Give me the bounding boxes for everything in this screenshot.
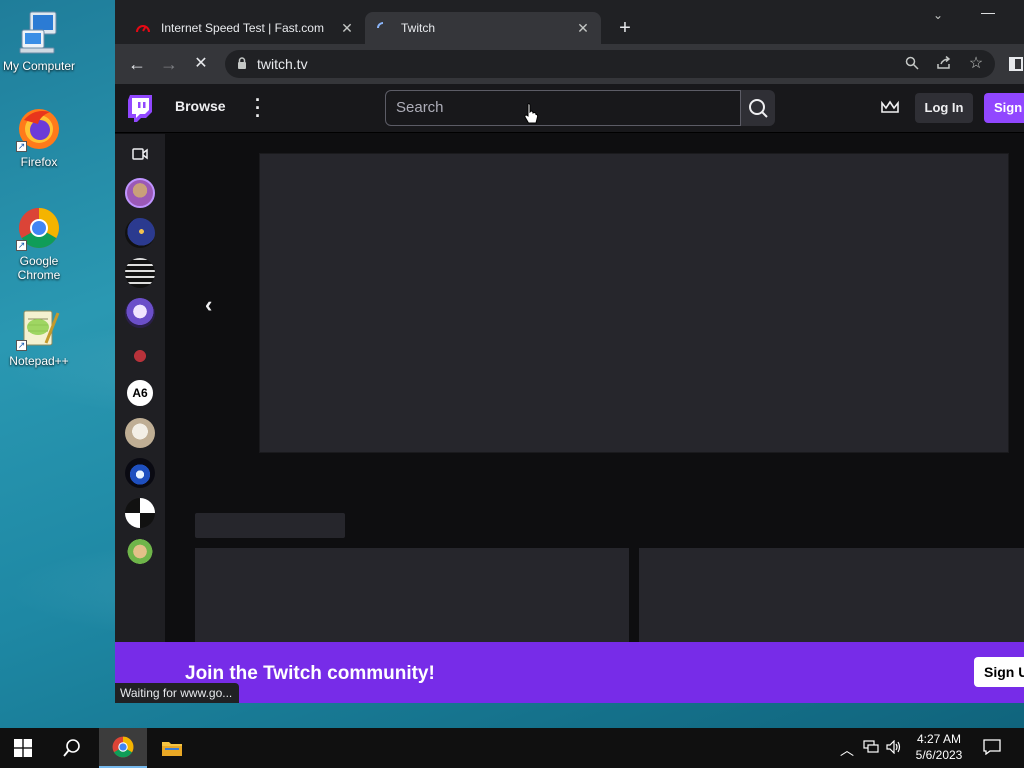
search-input[interactable]: Search (385, 90, 741, 126)
computer-icon (16, 10, 62, 56)
loading-spinner-icon (375, 20, 391, 36)
back-icon[interactable]: ← (125, 52, 149, 76)
new-tab-button[interactable]: + (613, 16, 637, 40)
twitch-logo-icon[interactable] (127, 94, 153, 127)
channel-avatar[interactable] (125, 498, 155, 528)
minimize-icon[interactable]: — (981, 4, 995, 20)
twitch-main-content: ‹ (165, 134, 1024, 703)
carousel-prev-icon[interactable]: ‹ (205, 292, 212, 318)
twitch-top-nav: Browse · · · Search Log In Sign (115, 84, 1024, 133)
signup-button[interactable]: Sign (984, 93, 1024, 123)
tab-title: Twitch (401, 21, 436, 35)
more-options-icon[interactable]: · · · (253, 91, 263, 125)
file-explorer-icon[interactable] (149, 728, 195, 768)
fast-com-icon (135, 20, 151, 36)
shortcut-arrow-icon: ↗ (16, 340, 27, 351)
channel-avatar[interactable] (125, 258, 155, 288)
hand-cursor-icon (524, 103, 539, 130)
browser-toolbar: ← → ✕ twitch.tv ☆ (115, 44, 1024, 84)
recommended-channels-icon[interactable] (132, 147, 148, 165)
login-button[interactable]: Log In (915, 93, 973, 123)
channel-avatar[interactable] (125, 218, 155, 248)
stop-loading-icon[interactable]: ✕ (189, 52, 213, 76)
channel-avatar[interactable]: A6 (125, 378, 155, 408)
featured-stream-placeholder[interactable] (259, 153, 1009, 453)
firefox-icon: ↗ (16, 106, 62, 152)
channel-avatar[interactable] (125, 338, 155, 368)
taskbar-clock[interactable]: 4:27 AM 5/6/2023 (908, 731, 970, 763)
tab-strip: Internet Speed Test | Fast.com ✕ Twitch … (115, 0, 1024, 44)
forward-icon[interactable]: → (157, 52, 181, 76)
shortcut-arrow-icon: ↗ (16, 240, 27, 251)
status-bubble: Waiting for www.go... (115, 683, 239, 703)
start-button[interactable] (0, 728, 46, 768)
share-icon[interactable] (935, 55, 953, 74)
channel-avatar[interactable] (125, 418, 155, 448)
close-icon[interactable]: ✕ (575, 20, 591, 37)
channel-avatar[interactable] (125, 178, 155, 208)
network-icon[interactable] (863, 740, 879, 757)
desktop-icon-label: My Computer (2, 59, 76, 73)
chrome-window: Internet Speed Test | Fast.com ✕ Twitch … (115, 0, 1024, 703)
tab-fast-com[interactable]: Internet Speed Test | Fast.com ✕ (125, 12, 365, 44)
desktop-icon-firefox[interactable]: ↗ Firefox (0, 106, 78, 169)
desktop-icon-chrome[interactable]: ↗ Google Chrome (0, 205, 78, 282)
desktop-icon-notepadpp[interactable]: ↗ Notepad++ (0, 305, 78, 368)
channel-avatar[interactable] (125, 298, 155, 328)
banner-signup-button[interactable]: Sign U (974, 657, 1024, 687)
tab-twitch[interactable]: Twitch ✕ (365, 12, 601, 44)
show-hidden-icons[interactable]: ︿ (840, 740, 854, 760)
search-button[interactable] (741, 90, 775, 126)
join-banner-text: Join the Twitch community! (185, 663, 435, 684)
channel-avatar[interactable] (125, 458, 155, 488)
desktop-icon-label: Notepad++ (9, 354, 69, 368)
notepadpp-icon: ↗ (16, 305, 62, 351)
join-community-banner: Join the Twitch community! Sign U (115, 642, 1024, 703)
notifications-icon[interactable] (983, 739, 1001, 758)
prime-crown-icon[interactable] (881, 100, 899, 119)
clock-date: 5/6/2023 (915, 748, 963, 762)
clock-time: 4:27 AM (916, 732, 962, 746)
taskbar-chrome-button[interactable] (99, 728, 147, 768)
bookmark-star-icon[interactable]: ☆ (967, 56, 985, 74)
desktop-icon-label: Google Chrome (17, 254, 61, 282)
address-bar[interactable]: twitch.tv ☆ (225, 50, 995, 78)
volume-icon[interactable] (886, 739, 902, 757)
search-icon[interactable] (903, 56, 921, 74)
browse-link[interactable]: Browse (175, 98, 226, 114)
section-title-placeholder (195, 513, 345, 538)
twitch-side-nav: A6 (115, 134, 165, 703)
tab-title: Internet Speed Test | Fast.com (161, 21, 324, 35)
chrome-icon: ↗ (16, 205, 62, 251)
desktop-icon-my-computer[interactable]: My Computer (0, 10, 78, 73)
url-text: twitch.tv (257, 56, 308, 72)
side-panel-icon[interactable] (1009, 57, 1023, 71)
lock-icon (237, 57, 247, 75)
channel-avatar[interactable] (125, 538, 155, 568)
tab-search-icon[interactable]: ⌄ (933, 8, 943, 22)
close-icon[interactable]: ✕ (339, 20, 355, 37)
shortcut-arrow-icon: ↗ (16, 141, 27, 152)
search-icon[interactable] (49, 728, 95, 768)
desktop-icon-label: Firefox (20, 155, 58, 169)
windows-taskbar: ︿ 4:27 AM 5/6/2023 (0, 728, 1024, 768)
